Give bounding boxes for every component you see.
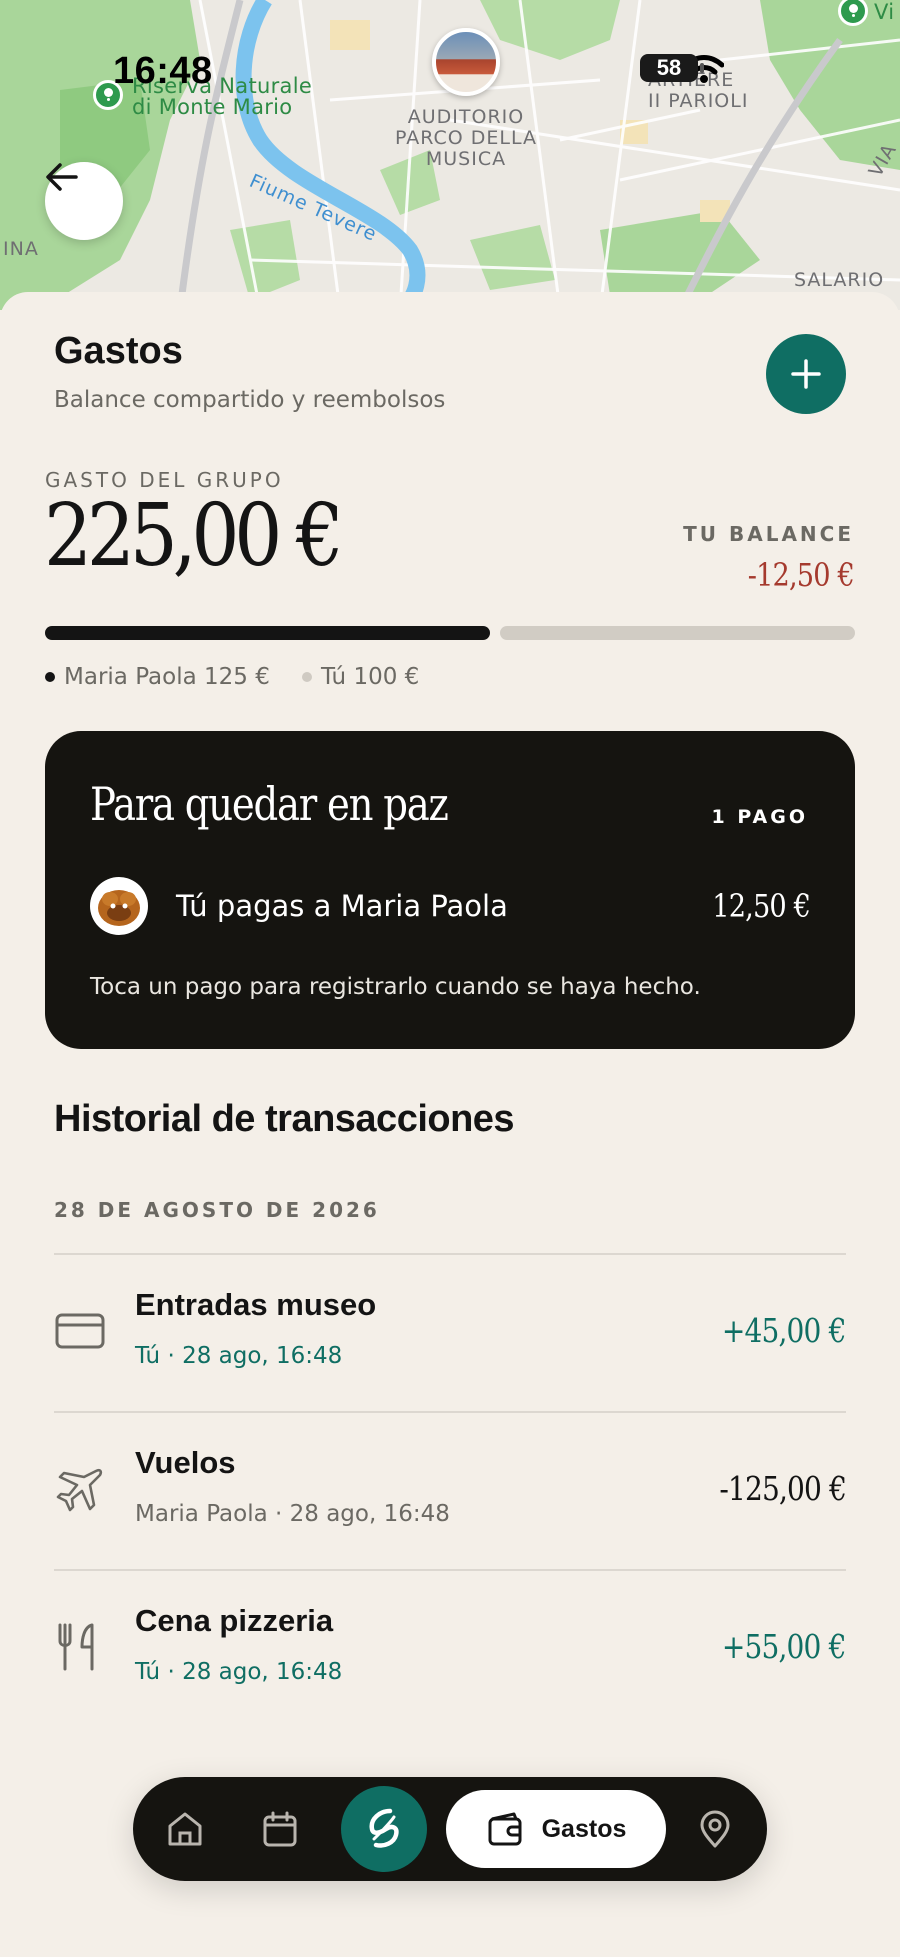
settle-count: 1 PAGO xyxy=(711,806,808,828)
share-bar-you xyxy=(500,626,855,640)
venue-pin-icon[interactable] xyxy=(432,28,500,96)
location-pin-icon xyxy=(700,1810,730,1848)
plus-icon xyxy=(791,359,821,389)
transaction-name: Vuelos xyxy=(135,1445,236,1480)
balance-value: -12,50 € xyxy=(747,556,855,594)
wallet-icon xyxy=(488,1812,522,1846)
nav-expenses[interactable]: Gastos xyxy=(446,1790,666,1868)
status-time: 16:48 xyxy=(113,50,213,92)
plane-icon xyxy=(56,1468,103,1512)
group-spend-total: 225,00 € xyxy=(44,486,344,586)
transaction-meta: Tú · 28 ago, 16:48 xyxy=(135,1659,343,1685)
share-bar-maria-paola xyxy=(45,626,490,640)
bottom-nav: Gastos xyxy=(133,1777,767,1881)
card-icon xyxy=(55,1313,105,1349)
settle-title: Para quedar en paz xyxy=(90,777,449,831)
arrow-left-icon xyxy=(46,163,78,191)
battery-icon: 58 xyxy=(640,54,704,82)
transaction-row[interactable]: Cena pizzeria Tú · 28 ago, 16:48 +55,00 … xyxy=(54,1569,847,1727)
nav-expenses-label: Gastos xyxy=(541,1814,627,1843)
legend-maria-paola: Maria Paola 125 € xyxy=(45,664,270,690)
transaction-amount: +45,00 € xyxy=(722,1311,847,1350)
avatar xyxy=(90,877,148,935)
legend-label: Tú 100 € xyxy=(321,664,420,690)
map-label-corner-top: Vi xyxy=(874,0,895,24)
transaction-meta: Maria Paola · 28 ago, 16:48 xyxy=(135,1501,450,1527)
add-expense-button[interactable] xyxy=(766,334,846,414)
avatar-image xyxy=(98,890,140,926)
legend-you: Tú 100 € xyxy=(302,664,419,690)
nav-calendar[interactable] xyxy=(252,1801,308,1857)
settle-payment-row[interactable]: Tú pagas a Maria Paola 12,50 € xyxy=(90,876,811,936)
settle-payment-text: Tú pagas a Maria Paola xyxy=(176,889,508,923)
legend-label: Maria Paola 125 € xyxy=(64,664,270,690)
settle-up-card: Para quedar en paz 1 PAGO Tú pagas a Mar… xyxy=(45,731,855,1049)
page-subtitle: Balance compartido y reembolsos xyxy=(54,387,446,413)
legend-dot xyxy=(302,672,312,682)
back-button[interactable] xyxy=(45,162,123,240)
nav-location[interactable] xyxy=(687,1801,743,1857)
map-label-venue: AUDITORIO PARCO DELLA MUSICA xyxy=(395,106,537,170)
nav-app-logo[interactable] xyxy=(341,1786,427,1872)
settle-hint: Toca un pago para registrarlo cuando se … xyxy=(90,974,701,1000)
transaction-row[interactable]: Entradas museo Tú · 28 ago, 16:48 +45,00… xyxy=(54,1253,847,1411)
map-label-west: INA xyxy=(3,238,39,260)
page-title: Gastos xyxy=(54,330,183,372)
map-view[interactable]: Riserva Naturale di Monte Mario Vi AUDIT… xyxy=(0,0,900,310)
calendar-icon xyxy=(263,1811,297,1847)
app-logo-icon xyxy=(369,1808,399,1848)
fork-knife-icon xyxy=(58,1623,94,1671)
status-icons: 58 xyxy=(640,54,724,83)
transaction-meta: Tú · 28 ago, 16:48 xyxy=(135,1343,343,1369)
transaction-amount: +55,00 € xyxy=(722,1627,847,1666)
nav-home[interactable] xyxy=(157,1801,213,1857)
transaction-amount: -125,00 € xyxy=(719,1469,847,1508)
transaction-name: Entradas museo xyxy=(135,1287,377,1322)
home-icon xyxy=(168,1812,202,1846)
history-date: 28 DE AGOSTO DE 2026 xyxy=(54,1198,380,1222)
transaction-name: Cena pizzeria xyxy=(135,1603,334,1638)
battery-level: 58 xyxy=(656,55,682,80)
settle-payment-amount: 12,50 € xyxy=(712,887,811,925)
map-label-east: SALARIO xyxy=(794,269,885,291)
history-title: Historial de transacciones xyxy=(54,1098,515,1140)
legend-dot xyxy=(45,672,55,682)
balance-label: TU BALANCE xyxy=(683,522,854,546)
transaction-row[interactable]: Vuelos Maria Paola · 28 ago, 16:48 -125,… xyxy=(54,1411,847,1569)
